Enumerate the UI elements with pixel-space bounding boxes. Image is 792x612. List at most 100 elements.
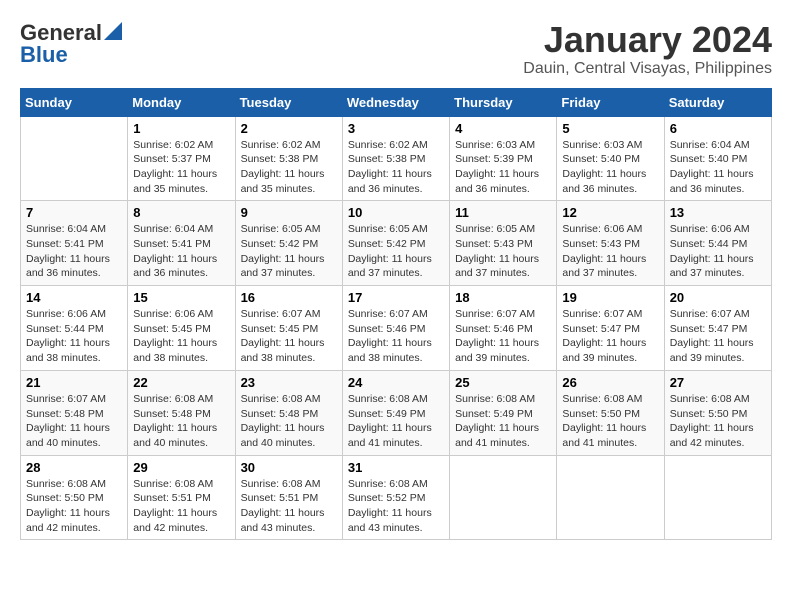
day-number: 6 — [670, 121, 766, 136]
header-row: SundayMondayTuesdayWednesdayThursdayFrid… — [21, 88, 772, 116]
day-cell: 11 Sunrise: 6:05 AMSunset: 5:43 PMDayligh… — [450, 201, 557, 286]
week-row-5: 28Sunrise: 6:08 AMSunset: 5:50 PMDayligh… — [21, 455, 772, 540]
day-number: 28 — [26, 460, 122, 475]
day-number: 14 — [26, 290, 122, 305]
week-row-3: 14 Sunrise: 6:06 AMSunset: 5:44 PMDayligh… — [21, 286, 772, 371]
day-number: 2 — [241, 121, 337, 136]
day-cell: 22 Sunrise: 6:08 AMSunset: 5:48 PMDayligh… — [128, 370, 235, 455]
day-cell: 6 Sunrise: 6:04 AMSunset: 5:40 PMDaylight… — [664, 116, 771, 201]
day-number: 12 — [562, 205, 658, 220]
day-number: 9 — [241, 205, 337, 220]
day-number: 19 — [562, 290, 658, 305]
day-number: 25 — [455, 375, 551, 390]
day-number: 15 — [133, 290, 229, 305]
day-cell: 28Sunrise: 6:08 AMSunset: 5:50 PMDayligh… — [21, 455, 128, 540]
day-info: Sunrise: 6:05 AMSunset: 5:42 PMDaylight:… — [241, 222, 337, 281]
day-info: Sunrise: 6:06 AMSunset: 5:43 PMDaylight:… — [562, 222, 658, 281]
day-info: Sunrise: 6:02 AMSunset: 5:38 PMDaylight:… — [348, 138, 444, 197]
day-info: Sunrise: 6:07 AMSunset: 5:45 PMDaylight:… — [241, 307, 337, 366]
day-cell — [21, 116, 128, 201]
week-row-1: 1Sunrise: 6:02 AMSunset: 5:37 PMDaylight… — [21, 116, 772, 201]
day-info: Sunrise: 6:03 AMSunset: 5:40 PMDaylight:… — [562, 138, 658, 197]
day-number: 17 — [348, 290, 444, 305]
day-number: 1 — [133, 121, 229, 136]
day-info: Sunrise: 6:08 AMSunset: 5:52 PMDaylight:… — [348, 477, 444, 536]
day-info: Sunrise: 6:08 AMSunset: 5:49 PMDaylight:… — [455, 392, 551, 451]
day-info: Sunrise: 6:04 AMSunset: 5:40 PMDaylight:… — [670, 138, 766, 197]
day-cell: 20Sunrise: 6:07 AMSunset: 5:47 PMDayligh… — [664, 286, 771, 371]
day-cell: 8 Sunrise: 6:04 AMSunset: 5:41 PMDaylight… — [128, 201, 235, 286]
day-cell: 5 Sunrise: 6:03 AMSunset: 5:40 PMDaylight… — [557, 116, 664, 201]
day-info: Sunrise: 6:08 AMSunset: 5:48 PMDaylight:… — [241, 392, 337, 451]
header-cell-sunday: Sunday — [21, 88, 128, 116]
calendar-table: SundayMondayTuesdayWednesdayThursdayFrid… — [20, 88, 772, 541]
day-number: 5 — [562, 121, 658, 136]
day-cell: 14 Sunrise: 6:06 AMSunset: 5:44 PMDayligh… — [21, 286, 128, 371]
day-cell: 15 Sunrise: 6:06 AMSunset: 5:45 PMDayligh… — [128, 286, 235, 371]
day-number: 13 — [670, 205, 766, 220]
day-number: 22 — [133, 375, 229, 390]
day-info: Sunrise: 6:07 AMSunset: 5:47 PMDaylight:… — [562, 307, 658, 366]
day-cell: 24 Sunrise: 6:08 AMSunset: 5:49 PMDayligh… — [342, 370, 449, 455]
day-cell: 26 Sunrise: 6:08 AMSunset: 5:50 PMDayligh… — [557, 370, 664, 455]
header-cell-tuesday: Tuesday — [235, 88, 342, 116]
day-info: Sunrise: 6:06 AMSunset: 5:44 PMDaylight:… — [670, 222, 766, 281]
day-number: 11 — [455, 205, 551, 220]
page-subtitle: Dauin, Central Visayas, Philippines — [523, 60, 772, 78]
week-row-2: 7Sunrise: 6:04 AMSunset: 5:41 PMDaylight… — [21, 201, 772, 286]
day-number: 29 — [133, 460, 229, 475]
day-cell: 19 Sunrise: 6:07 AMSunset: 5:47 PMDayligh… — [557, 286, 664, 371]
day-cell: 25 Sunrise: 6:08 AMSunset: 5:49 PMDayligh… — [450, 370, 557, 455]
day-number: 26 — [562, 375, 658, 390]
day-cell: 12 Sunrise: 6:06 AMSunset: 5:43 PMDayligh… — [557, 201, 664, 286]
day-info: Sunrise: 6:08 AMSunset: 5:48 PMDaylight:… — [133, 392, 229, 451]
header-cell-saturday: Saturday — [664, 88, 771, 116]
day-info: Sunrise: 6:08 AMSunset: 5:51 PMDaylight:… — [133, 477, 229, 536]
day-info: Sunrise: 6:04 AMSunset: 5:41 PMDaylight:… — [26, 222, 122, 281]
day-number: 4 — [455, 121, 551, 136]
day-number: 31 — [348, 460, 444, 475]
day-cell: 17Sunrise: 6:07 AMSunset: 5:46 PMDayligh… — [342, 286, 449, 371]
header-cell-thursday: Thursday — [450, 88, 557, 116]
day-info: Sunrise: 6:07 AMSunset: 5:48 PMDaylight:… — [26, 392, 122, 451]
day-number: 23 — [241, 375, 337, 390]
day-info: Sunrise: 6:08 AMSunset: 5:51 PMDaylight:… — [241, 477, 337, 536]
day-cell: 18 Sunrise: 6:07 AMSunset: 5:46 PMDayligh… — [450, 286, 557, 371]
day-number: 20 — [670, 290, 766, 305]
day-number: 16 — [241, 290, 337, 305]
day-info: Sunrise: 6:06 AMSunset: 5:45 PMDaylight:… — [133, 307, 229, 366]
day-cell: 4Sunrise: 6:03 AMSunset: 5:39 PMDaylight… — [450, 116, 557, 201]
day-number: 24 — [348, 375, 444, 390]
day-info: Sunrise: 6:06 AMSunset: 5:44 PMDaylight:… — [26, 307, 122, 366]
day-cell — [557, 455, 664, 540]
day-cell: 9 Sunrise: 6:05 AMSunset: 5:42 PMDaylight… — [235, 201, 342, 286]
day-cell: 31 Sunrise: 6:08 AMSunset: 5:52 PMDayligh… — [342, 455, 449, 540]
day-info: Sunrise: 6:02 AMSunset: 5:38 PMDaylight:… — [241, 138, 337, 197]
day-cell: 29 Sunrise: 6:08 AMSunset: 5:51 PMDayligh… — [128, 455, 235, 540]
day-number: 8 — [133, 205, 229, 220]
day-number: 10 — [348, 205, 444, 220]
day-cell — [664, 455, 771, 540]
page-title: January 2024 — [523, 20, 772, 60]
day-number: 30 — [241, 460, 337, 475]
logo-text-blue: Blue — [20, 42, 68, 68]
day-info: Sunrise: 6:08 AMSunset: 5:50 PMDaylight:… — [562, 392, 658, 451]
day-cell: 16 Sunrise: 6:07 AMSunset: 5:45 PMDayligh… — [235, 286, 342, 371]
day-cell: 1Sunrise: 6:02 AMSunset: 5:37 PMDaylight… — [128, 116, 235, 201]
day-info: Sunrise: 6:05 AMSunset: 5:43 PMDaylight:… — [455, 222, 551, 281]
week-row-4: 21 Sunrise: 6:07 AMSunset: 5:48 PMDayligh… — [21, 370, 772, 455]
day-number: 18 — [455, 290, 551, 305]
header-cell-wednesday: Wednesday — [342, 88, 449, 116]
header-cell-friday: Friday — [557, 88, 664, 116]
day-number: 3 — [348, 121, 444, 136]
day-number: 21 — [26, 375, 122, 390]
title-block: January 2024 Dauin, Central Visayas, Phi… — [523, 20, 772, 78]
day-cell: 10Sunrise: 6:05 AMSunset: 5:42 PMDayligh… — [342, 201, 449, 286]
day-cell: 23 Sunrise: 6:08 AMSunset: 5:48 PMDayligh… — [235, 370, 342, 455]
day-info: Sunrise: 6:08 AMSunset: 5:49 PMDaylight:… — [348, 392, 444, 451]
day-info: Sunrise: 6:07 AMSunset: 5:46 PMDaylight:… — [455, 307, 551, 366]
day-cell — [450, 455, 557, 540]
day-cell: 30 Sunrise: 6:08 AMSunset: 5:51 PMDayligh… — [235, 455, 342, 540]
day-cell: 13 Sunrise: 6:06 AMSunset: 5:44 PMDayligh… — [664, 201, 771, 286]
day-info: Sunrise: 6:04 AMSunset: 5:41 PMDaylight:… — [133, 222, 229, 281]
